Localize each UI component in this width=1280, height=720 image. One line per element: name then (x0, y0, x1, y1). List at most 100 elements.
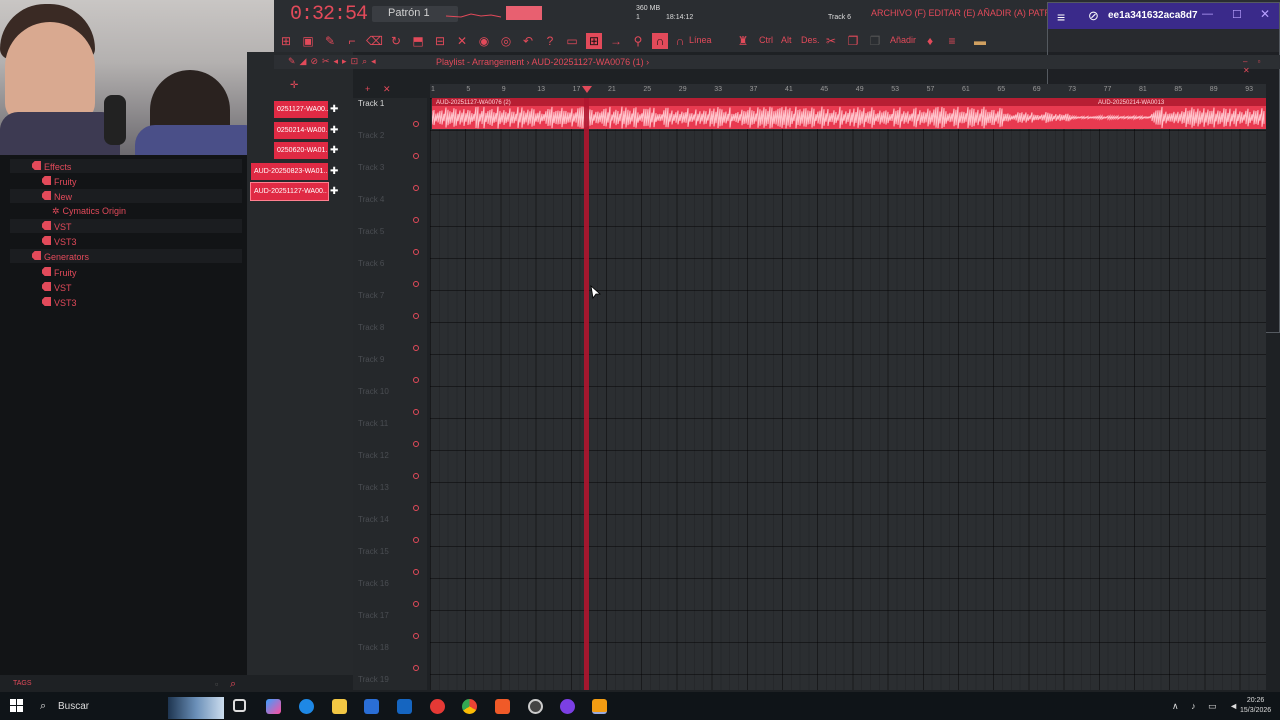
playlist-window-controls[interactable]: – ▫ ✕ (1243, 57, 1280, 75)
track-mute-button[interactable] (413, 217, 419, 223)
browser-item-generators[interactable]: Generators (32, 251, 89, 262)
playhead-marker[interactable] (582, 86, 592, 93)
fl-studio-icon[interactable] (592, 699, 607, 714)
list-icon[interactable]: ≡ (944, 33, 960, 49)
browser-option-icon[interactable]: ▫ (215, 679, 218, 689)
obs-icon[interactable] (528, 699, 543, 714)
channel-rack-icon[interactable]: ▣ (300, 33, 316, 49)
track-mute-button[interactable] (413, 505, 419, 511)
browser-item-gen-vst3[interactable]: VST3 (42, 297, 77, 308)
taskbar-clock[interactable]: 20:26 15/3/2026 (1240, 696, 1271, 716)
paste-icon[interactable]: ❐ (867, 33, 883, 49)
browser-item-vst3[interactable]: VST3 (42, 236, 77, 247)
track-name[interactable]: Track 17 (358, 611, 389, 620)
track-mute-button[interactable] (413, 249, 419, 255)
add-track-icon[interactable]: + (365, 84, 370, 94)
picker-clip[interactable]: 0250214-WA00.. (274, 122, 328, 139)
track-name[interactable]: Track 16 (358, 579, 389, 588)
track-mute-button[interactable] (413, 665, 419, 671)
picker-clip[interactable]: 0251127-WA00.. (274, 101, 328, 118)
mic-icon[interactable]: ♦ (922, 33, 938, 49)
alt-label[interactable]: Alt (781, 35, 792, 45)
track-name[interactable]: Track 7 (358, 291, 384, 300)
plus-icon[interactable]: ✚ (330, 101, 340, 118)
track-name[interactable]: Track 1 (358, 99, 384, 108)
track-mute-button[interactable] (413, 313, 419, 319)
track-mute-button[interactable] (413, 409, 419, 415)
playhead[interactable] (584, 98, 589, 690)
mixer-icon[interactable]: ▭ (564, 33, 580, 49)
picker-clip[interactable]: 0250620-WA01.. (274, 142, 328, 159)
maximize-icon[interactable]: ☐ (1232, 8, 1242, 21)
des-label[interactable]: Des. (801, 35, 820, 45)
search-icon[interactable]: ⌕ (40, 700, 46, 713)
track-mute-button[interactable] (413, 537, 419, 543)
arrow-icon[interactable]: → (608, 33, 624, 49)
plus-icon[interactable]: ✚ (330, 142, 340, 159)
playlist-tools[interactable]: ✎◢⊘✂◂▸⊡⌕◂ (288, 56, 380, 67)
browser-item-cymatics[interactable]: ✲ Cymatics Origin (52, 206, 126, 217)
browser-item-fruity[interactable]: Fruity (42, 176, 77, 187)
track-name[interactable]: Track 4 (358, 195, 384, 204)
zoom-tool-icon[interactable]: ◉ (476, 33, 492, 49)
copilot-icon[interactable] (266, 699, 281, 714)
lock-icon[interactable]: ∩ (672, 33, 688, 49)
track-mute-button[interactable] (413, 473, 419, 479)
line-mode-label[interactable]: Línea (689, 35, 712, 45)
snap-icon[interactable]: ⊞ (586, 33, 602, 49)
snap-arrows-icon[interactable]: ✛ (290, 80, 298, 91)
track-mute-button[interactable] (413, 601, 419, 607)
track-name[interactable]: Track 6 (358, 259, 384, 268)
hide-eye-icon[interactable]: ⊘ (1088, 8, 1099, 24)
select-tool-icon[interactable]: ✕ (454, 33, 470, 49)
plus-icon[interactable]: ✚ (330, 122, 340, 139)
track-mute-button[interactable] (413, 153, 419, 159)
playback-tool-icon[interactable]: ◎ (498, 33, 514, 49)
browser-item-effects[interactable]: Effects (32, 161, 71, 172)
track-name[interactable]: Track 14 (358, 515, 389, 524)
link-icon[interactable]: ⚲ (630, 33, 646, 49)
slip-tool-icon[interactable]: ⬒ (410, 33, 426, 49)
brave-icon[interactable] (495, 699, 510, 714)
edge-icon[interactable] (299, 699, 314, 714)
copy-icon[interactable]: ❐ (845, 33, 861, 49)
track-name[interactable]: Track 19 (358, 675, 389, 684)
grid-tool-icon[interactable]: ⊞ (278, 33, 294, 49)
delete-tool-icon[interactable]: ⌫ (366, 33, 383, 49)
main-menu[interactable]: ARCHIVO (F) EDITAR (E) AÑADIR (A) PATRON… (871, 8, 1049, 18)
song-time[interactable]: 0:32:54 (290, 3, 368, 26)
track-name[interactable]: Track 12 (358, 451, 389, 460)
track-name[interactable]: Track 10 (358, 387, 389, 396)
opera-icon[interactable] (430, 699, 445, 714)
track-name[interactable]: Track 2 (358, 131, 384, 140)
browser-search-icon[interactable]: ⌕ (230, 678, 236, 691)
track-name[interactable]: Track 9 (358, 355, 384, 364)
track-name[interactable]: Track 13 (358, 483, 389, 492)
ctrl-label[interactable]: Ctrl (759, 35, 773, 45)
track-name[interactable]: Track 3 (358, 163, 384, 172)
browser-item-vst[interactable]: VST (42, 221, 72, 232)
track-name[interactable]: Track 8 (358, 323, 384, 332)
file-explorer-icon[interactable] (332, 699, 347, 714)
add-label[interactable]: Añadir (890, 35, 916, 45)
mute-tool-icon[interactable]: ↻ (388, 33, 404, 49)
track-name[interactable]: Track 15 (358, 547, 389, 556)
chrome-icon[interactable] (462, 699, 477, 714)
track-name[interactable]: Track 11 (358, 419, 388, 428)
track-mute-button[interactable] (413, 633, 419, 639)
browser-item-gen-fruity[interactable]: Fruity (42, 267, 77, 278)
plugin-icon[interactable]: ▬ (970, 33, 990, 49)
system-tray[interactable]: ∧ ♪ ▭ ◄ (1172, 701, 1243, 712)
track-mute-button[interactable] (413, 185, 419, 191)
remove-track-icon[interactable]: ✕ (383, 84, 391, 95)
cut-icon[interactable]: ✂ (823, 33, 839, 49)
minimize-icon[interactable]: — (1202, 8, 1213, 20)
track-mute-button[interactable] (413, 121, 419, 127)
undo-icon[interactable]: ↶ (520, 33, 536, 49)
hamburger-icon[interactable]: ≡ (1057, 9, 1065, 25)
track-name[interactable]: Track 5 (358, 227, 384, 236)
track-mute-button[interactable] (413, 281, 419, 287)
task-view-icon[interactable] (233, 699, 246, 712)
windows-start-icon[interactable] (10, 699, 23, 712)
slice-tool-icon[interactable]: ⊟ (432, 33, 448, 49)
